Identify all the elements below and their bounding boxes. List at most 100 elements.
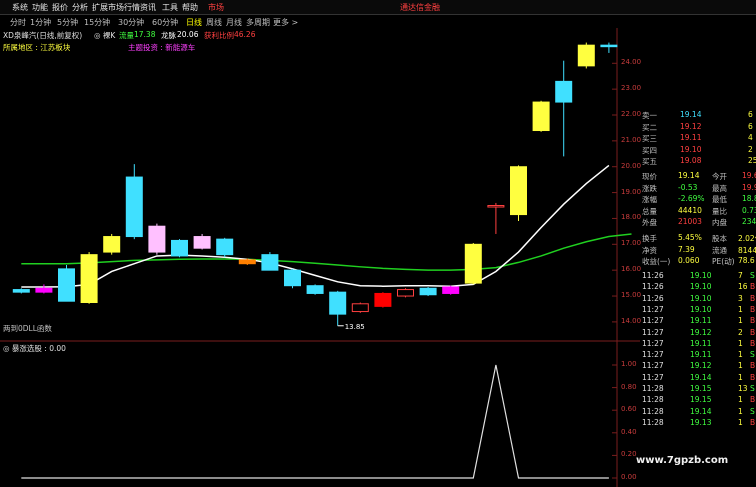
tick-volume: 2: [738, 327, 743, 337]
indicator-title: ◎ 暴涨选股 : 0.00: [3, 344, 66, 353]
toolbar-4[interactable]: 30分钟: [118, 17, 144, 28]
candle-body-26: [600, 44, 618, 48]
tick-time: 11:28: [642, 384, 664, 393]
candle-body-2: [58, 268, 75, 302]
tick-price: 19.14: [690, 406, 712, 416]
indicator-tick-0: 1.00: [621, 360, 637, 368]
tick-row: 11:27 19.11 1 S: [642, 350, 756, 361]
stat-label: 现价: [642, 172, 657, 181]
tick-flag: B: [750, 417, 756, 427]
tick-time: 11:27: [642, 350, 664, 360]
toolbar-3[interactable]: 15分钟: [84, 17, 110, 28]
price-tick-10: 14.00: [621, 316, 642, 325]
stat-value: -0.53: [678, 182, 698, 192]
candle-body-25: [577, 44, 595, 67]
candle-body-22: [510, 166, 527, 216]
stat-value: 19.14: [678, 171, 700, 180]
tick-price: 19.11: [690, 350, 712, 360]
tick-price: 19.12: [690, 327, 712, 337]
toolbar-2[interactable]: 5分钟: [57, 17, 78, 28]
tick-price: 19.10: [690, 304, 712, 314]
tick-row: 11:28 19.13 1 B: [642, 418, 756, 429]
period-toolbar: 分时 1分钟 5分钟 15分钟 30分钟 60分钟 日线 周线 月线 多周期 更多 >: [0, 15, 640, 28]
tick-row: 11:27 19.10 1 B: [642, 305, 756, 316]
order-volume: 25: [748, 156, 756, 165]
menu-market[interactable]: 市场: [208, 2, 224, 13]
toolbar-0[interactable]: 分时: [10, 17, 26, 28]
tick-flag: S: [750, 350, 755, 360]
stat-value-2: 0.73: [742, 205, 756, 215]
candle-body-9: [216, 238, 234, 256]
toolbar-10[interactable]: 更多 >: [273, 17, 298, 28]
tick-flag: B: [750, 361, 756, 371]
stat-label: 涨幅: [642, 195, 657, 204]
menu-item-1[interactable]: 功能: [32, 2, 48, 13]
toolbar-9[interactable]: 多周期: [246, 17, 270, 28]
stat2-row: 换手 5.45% 股本 2.02亿: [642, 233, 756, 244]
order-book-row: 卖一 19.14 6: [642, 110, 756, 121]
order-label: 卖一: [642, 111, 657, 120]
tick-price: 19.10: [690, 282, 712, 292]
stat2-row: 收益(一) 0.060 PE(动) 78.6: [642, 256, 756, 267]
menu-item-4[interactable]: 扩展市场行情: [92, 2, 140, 13]
order-book-row: 买二 19.12 6: [642, 122, 756, 133]
tick-flag: B: [750, 282, 756, 292]
tick-flag: B: [750, 293, 756, 303]
candle-body-11: [261, 254, 279, 271]
stat-label-2: 今开: [712, 172, 727, 181]
indicator-tick-3: 0.40: [621, 427, 637, 436]
tick-time: 11:26: [642, 271, 664, 280]
tick-time: 11:27: [642, 316, 664, 326]
stat-label: 涨跌: [642, 183, 657, 193]
order-price: 19.14: [680, 110, 702, 119]
toolbar-8[interactable]: 月线: [226, 17, 242, 28]
tick-volume: 1: [738, 361, 743, 371]
price-tick-4: 20.00: [621, 161, 642, 170]
price-tick-5: 19.00: [621, 187, 642, 196]
menu-item-5[interactable]: 资讯: [140, 2, 156, 13]
candle-body-18: [419, 287, 437, 296]
candle-body-16: [374, 292, 392, 307]
candle-body-3: [80, 254, 98, 303]
menu-item-7[interactable]: 帮助: [182, 2, 198, 13]
stat2-label-2: PE(动): [712, 257, 735, 266]
candle-body-23: [532, 101, 550, 132]
tick-volume: 1: [738, 304, 743, 314]
menu-item-6[interactable]: 工具: [162, 2, 178, 13]
stat-value-2: 19.69: [742, 171, 756, 180]
toolbar-7[interactable]: 周线: [206, 17, 222, 28]
order-label: 买五: [642, 157, 657, 166]
tick-flag: B: [750, 304, 756, 314]
toolbar-1[interactable]: 1分钟: [30, 17, 51, 28]
menu-item-3[interactable]: 分析: [72, 2, 88, 13]
stat-value: 21003: [678, 217, 702, 226]
tick-volume: 1: [738, 338, 743, 348]
price-tick-3: 21.00: [621, 135, 642, 144]
candle-body-10: [238, 259, 256, 265]
toolbar-5[interactable]: 60分钟: [152, 17, 178, 28]
tick-price: 19.15: [690, 384, 712, 393]
candle-body-15: [351, 303, 369, 313]
price-tick-8: 16.00: [621, 265, 642, 274]
candle-body-20: [464, 243, 482, 284]
stat2-value: 0.060: [678, 256, 700, 265]
tick-price: 19.10: [690, 293, 712, 303]
menu-item-2[interactable]: 报价: [52, 2, 68, 13]
stat2-label-2: 流通: [712, 245, 727, 255]
candle-body-14: [329, 291, 347, 315]
tick-time: 11:26: [642, 293, 664, 303]
menu-right-label[interactable]: 通达信金融: [400, 2, 440, 13]
stat2-label: 净资: [642, 245, 657, 255]
tick-row: 11:27 19.14 1 B: [642, 373, 756, 384]
indicator-tick-4: 0.20: [621, 450, 637, 459]
menu-item-0[interactable]: 系统: [12, 2, 28, 13]
order-volume: 6: [748, 110, 753, 119]
candle-body-8: [193, 236, 211, 249]
toolbar-6[interactable]: 日线: [186, 17, 202, 28]
tick-flag: S: [750, 271, 755, 280]
tick-volume: 7: [738, 271, 743, 280]
tick-price: 19.12: [690, 361, 712, 371]
tick-time: 11:28: [642, 417, 664, 427]
tick-row: 11:28 19.15 13 S: [642, 384, 756, 395]
stat2-label-2: 股本: [712, 234, 727, 243]
